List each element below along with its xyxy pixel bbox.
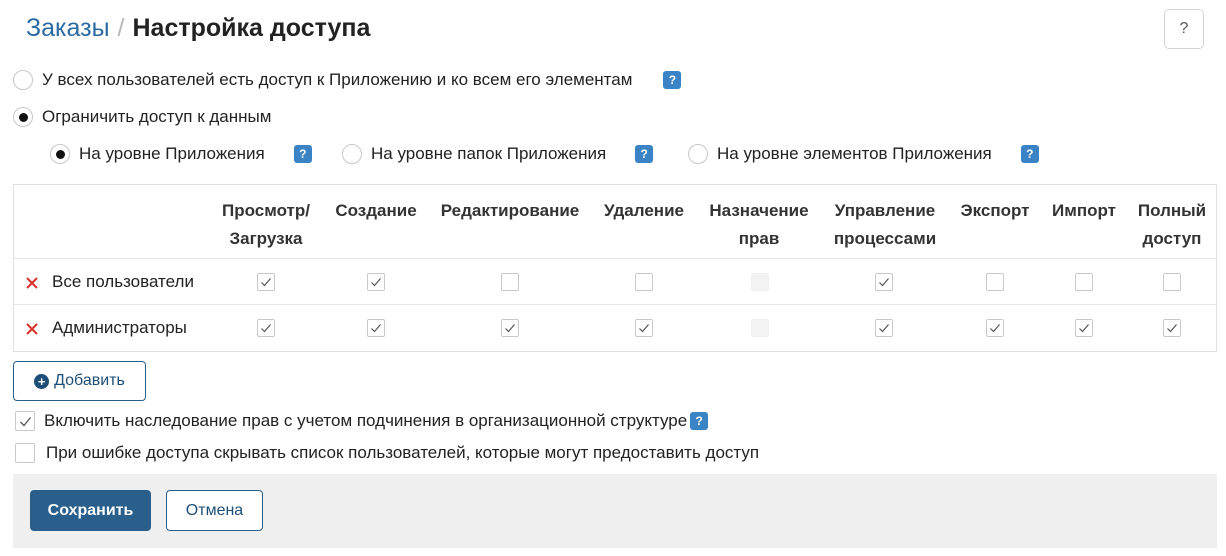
column-header-export: Экспорт xyxy=(960,201,1030,220)
level-folders-option[interactable]: На уровне папок Приложения ? xyxy=(342,144,654,164)
column-header-delete: Удаление xyxy=(604,201,684,220)
permission-checkbox xyxy=(751,319,769,337)
breadcrumb-separator: / xyxy=(117,14,125,42)
permission-checkbox[interactable] xyxy=(1163,319,1181,337)
level-app-label: На уровне Приложения xyxy=(79,144,265,163)
level-elements-label: На уровне элементов Приложения xyxy=(717,144,992,163)
access-all-label: У всех пользователей есть доступ к Прило… xyxy=(42,70,633,89)
access-all-option[interactable]: У всех пользователей есть доступ к Прило… xyxy=(13,70,682,90)
radio-level-folders[interactable] xyxy=(342,144,362,164)
checkmark-icon xyxy=(261,324,271,333)
checkmark-icon xyxy=(1079,324,1089,333)
permission-checkbox[interactable] xyxy=(367,319,385,337)
checkmark-icon xyxy=(261,278,271,287)
help-badge-icon[interactable]: ? xyxy=(293,145,312,163)
permission-checkbox[interactable] xyxy=(1075,319,1093,337)
hide-users-checkbox[interactable] xyxy=(15,443,35,463)
table-divider xyxy=(14,304,1216,305)
radio-level-app[interactable] xyxy=(50,144,70,164)
radio-all-access[interactable] xyxy=(13,70,33,90)
form-footer: Сохранить Отмена xyxy=(13,474,1217,548)
permission-checkbox[interactable] xyxy=(875,319,893,337)
permission-checkbox[interactable] xyxy=(635,319,653,337)
add-button-label: Добавить xyxy=(54,372,125,389)
level-folders-label: На уровне папок Приложения xyxy=(371,144,607,163)
permission-checkbox[interactable] xyxy=(501,319,519,337)
permission-checkbox[interactable] xyxy=(257,273,275,291)
add-button[interactable]: + Добавить xyxy=(13,361,146,401)
radio-level-elements[interactable] xyxy=(688,144,708,164)
column-header-import: Импорт xyxy=(1052,201,1116,220)
hide-users-option[interactable]: При ошибке доступа скрывать список польз… xyxy=(15,443,759,463)
permissions-table: Просмотр/ Загрузка Создание Редактирован… xyxy=(13,184,1217,352)
breadcrumb-link-orders[interactable]: Заказы xyxy=(26,14,110,43)
permission-checkbox[interactable] xyxy=(501,273,519,291)
column-header-create: Создание xyxy=(335,201,417,220)
inherit-rights-option[interactable]: Включить наследование прав с учетом подч… xyxy=(15,411,709,431)
row-name-administrators: Администраторы xyxy=(52,318,187,337)
permission-checkbox[interactable] xyxy=(635,273,653,291)
help-button[interactable]: ? xyxy=(1164,9,1204,49)
radio-restrict-access[interactable] xyxy=(13,107,33,127)
checkmark-icon xyxy=(639,324,649,333)
column-header-full-access: Полный доступ xyxy=(1137,201,1207,248)
question-icon: ? xyxy=(1179,20,1189,37)
column-header-process-management: Управление процессами xyxy=(833,201,937,248)
permission-checkbox[interactable] xyxy=(1163,273,1181,291)
column-header-view: Просмотр/ Загрузка xyxy=(222,201,310,248)
remove-row-icon[interactable] xyxy=(25,276,39,290)
column-header-assign-rights: Назначение прав xyxy=(709,201,809,248)
level-elements-option[interactable]: На уровне элементов Приложения ? xyxy=(688,144,1039,164)
checkmark-icon xyxy=(20,417,32,427)
permission-checkbox[interactable] xyxy=(367,273,385,291)
checkmark-icon xyxy=(505,324,515,333)
inherit-rights-checkbox[interactable] xyxy=(15,411,35,431)
checkmark-icon xyxy=(1167,324,1177,333)
checkmark-icon xyxy=(990,324,1000,333)
breadcrumb: Заказы / Настройка доступа xyxy=(26,14,370,43)
help-badge-icon[interactable]: ? xyxy=(635,145,654,163)
hide-users-label: При ошибке доступа скрывать список польз… xyxy=(46,443,760,462)
table-divider xyxy=(14,258,1216,259)
permission-checkbox[interactable] xyxy=(875,273,893,291)
access-restrict-option[interactable]: Ограничить доступ к данным xyxy=(13,107,271,127)
plus-circle-icon: + xyxy=(34,373,50,389)
checkmark-icon xyxy=(371,324,381,333)
help-badge-icon[interactable]: ? xyxy=(663,71,682,89)
help-badge-icon[interactable]: ? xyxy=(1020,145,1039,163)
permission-checkbox[interactable] xyxy=(986,319,1004,337)
help-badge-icon[interactable]: ? xyxy=(690,412,709,430)
checkmark-icon xyxy=(879,324,889,333)
inherit-rights-label: Включить наследование прав с учетом подч… xyxy=(44,411,688,430)
cancel-button[interactable]: Отмена xyxy=(166,490,263,531)
access-restrict-label: Ограничить доступ к данным xyxy=(42,107,272,126)
level-app-option[interactable]: На уровне Приложения ? xyxy=(50,144,312,164)
checkmark-icon xyxy=(371,278,381,287)
permission-checkbox[interactable] xyxy=(986,273,1004,291)
page-title: Настройка доступа xyxy=(132,14,371,42)
column-header-edit: Редактирование xyxy=(440,201,580,220)
row-name-all-users: Все пользователи xyxy=(52,272,194,291)
save-button[interactable]: Сохранить xyxy=(30,490,151,531)
remove-row-icon[interactable] xyxy=(25,322,39,336)
permission-checkbox[interactable] xyxy=(257,319,275,337)
permission-checkbox xyxy=(751,273,769,291)
permission-checkbox[interactable] xyxy=(1075,273,1093,291)
checkmark-icon xyxy=(879,278,889,287)
